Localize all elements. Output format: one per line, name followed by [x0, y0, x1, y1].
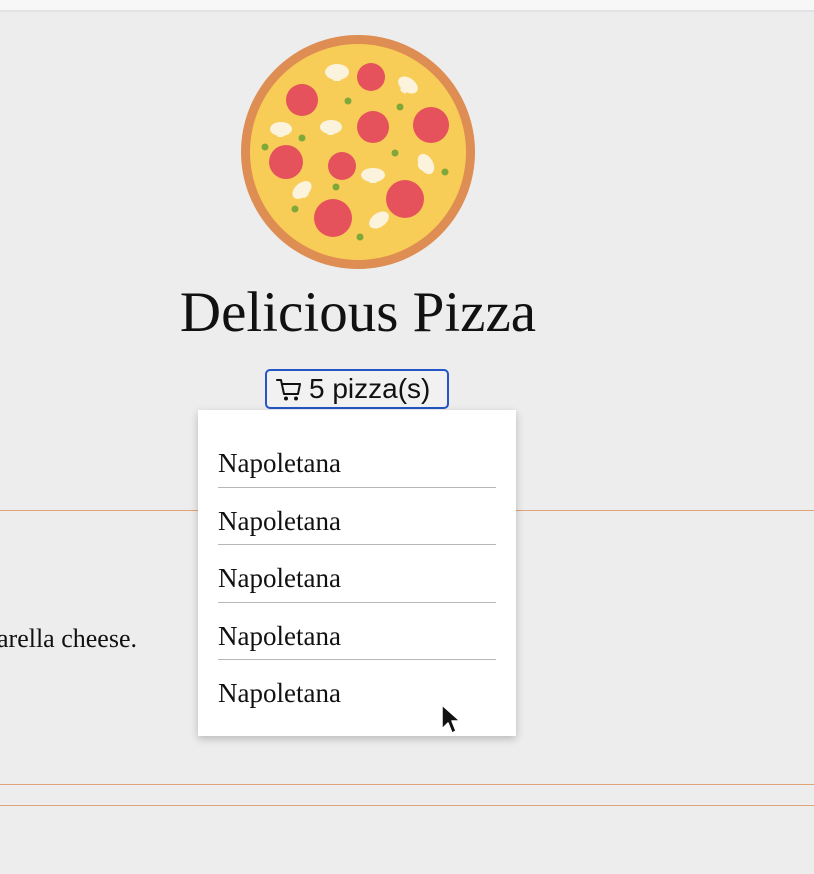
section-divider	[0, 805, 814, 806]
cart-item[interactable]: Napoletana	[218, 545, 496, 603]
cart-button-label: 5 pizza(s)	[309, 373, 431, 404]
cart-dropdown: Napoletana Napoletana Napoletana Napolet…	[198, 410, 516, 736]
mouse-pointer-icon	[441, 704, 461, 734]
cart-button[interactable]: 5 pizza(s)	[265, 369, 449, 409]
section-divider	[0, 784, 814, 785]
cart-item[interactable]: Napoletana	[218, 603, 496, 660]
cart-icon	[276, 379, 301, 401]
cart-item-list: Napoletana Napoletana Napoletana Napolet…	[218, 430, 496, 718]
cart-item[interactable]: Napoletana	[218, 430, 496, 488]
site-title: Delicious Pizza	[179, 281, 537, 344]
cart-item[interactable]: Napoletana	[218, 488, 496, 545]
pizza-description: arella cheese.	[0, 624, 138, 653]
browser-top-strip	[0, 0, 814, 12]
pizza-icon	[241, 35, 475, 269]
